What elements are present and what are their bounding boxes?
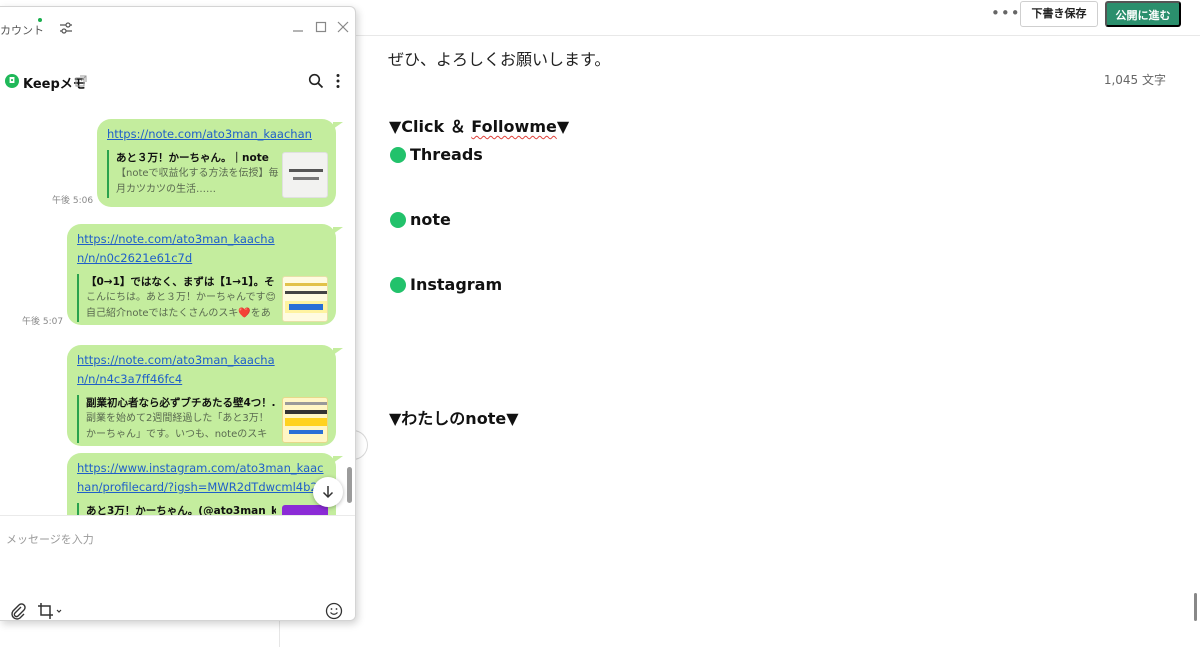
heading-click-suffix: ▼ [556,117,570,136]
green-circle-icon [390,211,406,228]
message-time: 午後 5:06 [52,196,94,206]
character-count: 1,045 文字 [1103,73,1166,87]
heading-my-note[interactable]: ▼わたしのnote▼ [389,405,519,429]
page-scrollbar[interactable] [1194,593,1197,621]
preview-description: 副業を始めて2週間経過した「あと3万！かーちゃん」です。いつも、noteのスキ♡… [86,413,269,440]
list-item-label: Threads [410,145,483,164]
link-preview[interactable]: 副業初心者なら必ずブチあたる壁4つ！… 副業を始めて2週間経過した「あと3万！か… [77,395,328,443]
preview-thumbnail [282,152,328,198]
emoji-icon[interactable] [325,602,343,620]
preview-title: あと３万！かーちゃん。｜note [116,152,269,164]
line-chat-window: カウント ◘ Keepメモ 午後 5:06 https://note.com/a… [0,6,356,621]
message-link[interactable]: https://note.com/ato3man_kaachan [107,125,326,144]
heading-click-prefix: ▼Click ＆ [389,117,472,136]
green-circle-icon [390,146,406,163]
settings-sliders-icon[interactable] [59,21,73,35]
preview-thumbnail [282,276,328,322]
message-composer [0,515,355,620]
preview-description: こんにちは。あと３万！かーちゃんです😊 自己紹介noteではたくさんのスキ❤️を… [86,292,276,319]
message-link[interactable]: https://note.com/ato3man_kaachan/n/n4c3a… [77,351,282,389]
green-circle-icon [390,276,406,293]
message-bubble[interactable]: https://note.com/ato3man_kaachan/n/n4c3a… [67,345,343,446]
close-icon[interactable] [336,20,350,34]
list-item-note[interactable]: note [390,210,451,229]
screenshot-crop-icon[interactable] [37,602,63,620]
more-menu-icon[interactable] [331,73,345,89]
preview-title: あと3万！かーちゃん。(@ato3man_kaa… [86,505,276,515]
online-status-icon [38,18,42,22]
paperclip-icon[interactable] [9,602,27,620]
heading-click-word: Followme [471,117,557,136]
preview-thumbnail [282,505,328,515]
message-bubble[interactable]: https://note.com/ato3man_kaachan あと３万！かー… [97,119,343,207]
list-item-threads[interactable]: Threads [390,145,483,164]
maximize-icon[interactable] [314,20,328,34]
save-draft-button[interactable]: 下書き保存 [1020,1,1098,27]
message-link[interactable]: https://www.instagram.com/ato3man_kaacha… [77,459,327,497]
body-paragraph[interactable]: ぜひ、よろしくお願いします。 [388,46,610,70]
list-item-instagram[interactable]: Instagram [390,275,502,294]
list-item-label: note [410,210,451,229]
message-bubble[interactable]: https://note.com/ato3man_kaachan/n/n0c26… [67,224,343,325]
list-item-label: Instagram [410,275,503,294]
arrow-down-icon [322,486,334,499]
link-preview[interactable]: 【0→1】ではなく、まずは【1→1】。そして、【… こんにちは。あと３万！かーち… [77,274,328,322]
link-preview[interactable]: あと3万！かーちゃん。(@ato3man_kaa… [77,503,328,515]
chat-header: ◘ Keepメモ [0,65,355,95]
external-window-icon[interactable] [75,75,87,87]
account-label[interactable]: カウント [0,22,44,38]
heading-click-follow[interactable]: ▼Click ＆ Followme▼ [389,113,569,137]
more-options-icon[interactable]: ••• [991,4,1021,22]
message-scrollbar[interactable] [347,467,352,503]
message-input[interactable] [6,524,346,554]
preview-description: 【noteで収益化する方法を伝授】毎月カツカツの生活…… [116,168,279,195]
scroll-to-bottom-button[interactable] [313,477,343,507]
message-link[interactable]: https://note.com/ato3man_kaachan/n/n0c26… [77,230,282,268]
keep-memo-icon: ◘ [5,74,19,88]
preview-thumbnail [282,397,328,443]
search-icon[interactable] [308,73,324,89]
message-list[interactable]: 午後 5:06 https://note.com/ato3man_kaachan… [0,103,355,515]
link-preview[interactable]: あと３万！かーちゃん。｜note 【noteで収益化する方法を伝授】毎月カツカツ… [107,150,328,198]
preview-title: 副業初心者なら必ずブチあたる壁4つ！… [86,397,276,409]
publish-button[interactable]: 公開に進む [1105,1,1181,27]
message-time: 午後 5:07 [22,317,64,327]
minimize-icon[interactable] [291,20,305,34]
window-titlebar: カウント [0,7,355,49]
message-bubble[interactable]: https://www.instagram.com/ato3man_kaacha… [67,453,343,515]
preview-title: 【0→1】ではなく、まずは【1→1】。そして、【… [86,276,276,288]
